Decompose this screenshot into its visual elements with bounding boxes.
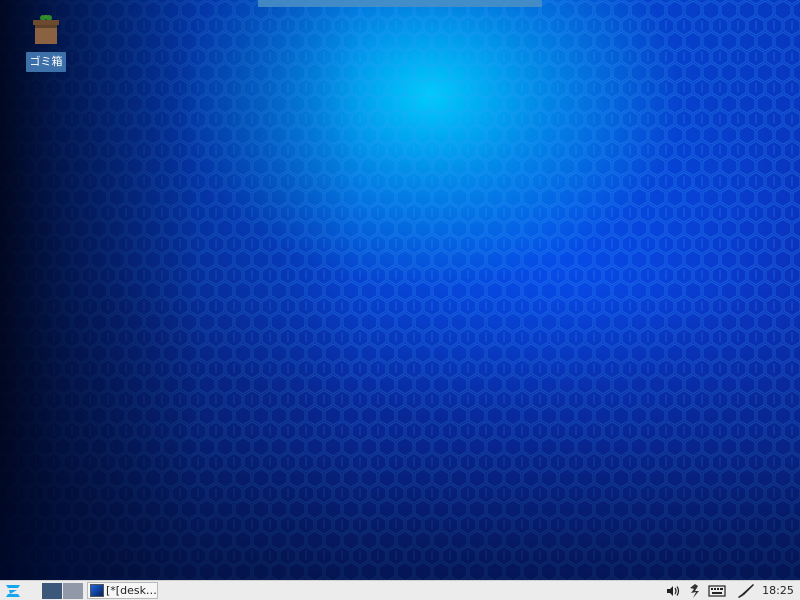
clock[interactable]: 18:25 — [760, 583, 796, 599]
top-dropdown-strip[interactable] — [258, 0, 542, 7]
taskbar: [*[desk… 18:25 — [0, 580, 800, 600]
trash-label: ゴミ箱 — [26, 52, 66, 72]
volume-icon[interactable] — [665, 583, 681, 599]
workspace-1[interactable] — [42, 583, 62, 599]
image-icon — [90, 584, 104, 597]
wallpaper-hex-pattern — [0, 0, 800, 580]
workspace-2[interactable] — [63, 583, 83, 599]
taskbar-window-title: [*[desk… — [106, 584, 157, 597]
trash-icon — [33, 15, 59, 44]
keyboard-icon[interactable] — [708, 583, 726, 599]
wallpaper-shade-bottom — [0, 0, 800, 580]
pen-icon[interactable] — [737, 583, 755, 599]
start-menu-button[interactable] — [2, 582, 24, 600]
taskbar-window-button[interactable]: [*[desk… — [87, 582, 158, 599]
desktop-icon-trash[interactable]: ゴミ箱 — [24, 8, 68, 72]
zorin-logo-icon — [6, 585, 20, 597]
network-icon[interactable] — [686, 583, 702, 599]
wallpaper-shade — [0, 0, 800, 580]
desktop[interactable]: ゴミ箱 — [0, 0, 800, 580]
